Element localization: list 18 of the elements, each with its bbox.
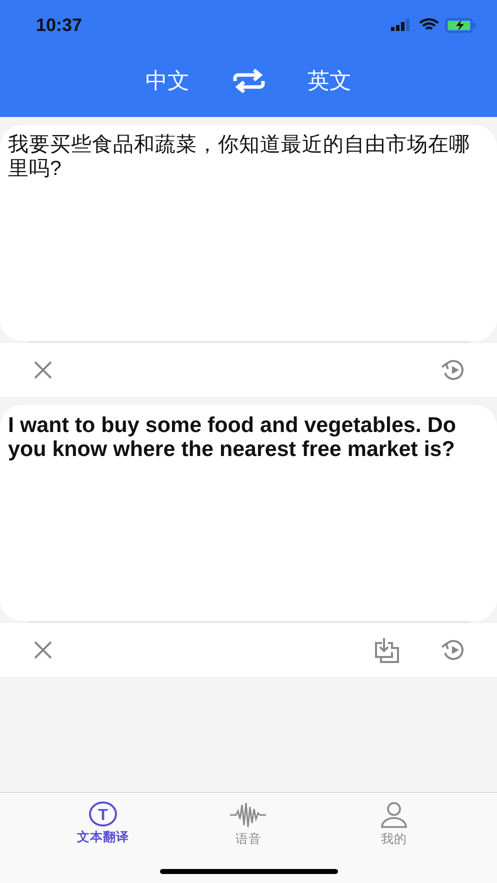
source-text: 我要买些食品和蔬菜，你知道最近的自由市场在哪里吗? [8, 133, 471, 181]
status-time: 10:37 [36, 14, 82, 36]
tab-item[interactable]: 语音 [203, 801, 294, 848]
wifi-icon [419, 18, 439, 32]
translated-text: I want to buy some food and vegetables. Do you know where the nearest free market is? [8, 413, 457, 461]
tab-item[interactable]: T 文本翻译 [58, 801, 148, 848]
letter-circle-icon: T [88, 801, 118, 827]
person-icon [380, 801, 408, 829]
download-icon[interactable] [373, 636, 401, 664]
close-icon[interactable] [32, 359, 54, 381]
close-icon[interactable] [32, 639, 54, 661]
sound-wave-icon [230, 801, 266, 829]
tab-item[interactable]: 我的 [349, 801, 440, 848]
swap-icon[interactable] [232, 69, 266, 93]
input-card[interactable]: 我要买些食品和蔬菜，你知道最近的自由市场在哪里吗? [0, 125, 497, 341]
battery-icon [445, 18, 477, 32]
source-language[interactable]: 中文 [146, 66, 190, 96]
target-language[interactable]: 英文 [308, 66, 352, 96]
